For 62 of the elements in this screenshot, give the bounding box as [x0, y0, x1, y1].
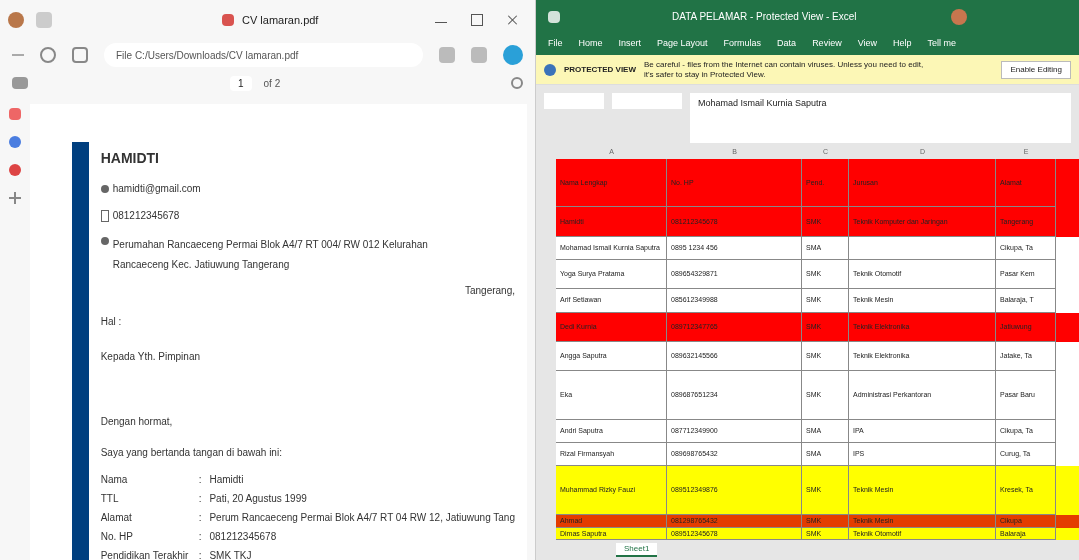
sheet-tab[interactable]: Sheet1 — [616, 543, 658, 558]
field-label: Pendidikan Terakhir — [100, 549, 190, 560]
field-label: No. HP — [100, 530, 134, 544]
sidebar-app-icon[interactable] — [9, 164, 21, 176]
page-number-field[interactable]: 1 — [230, 75, 252, 91]
greeting-text: Dengan hormat, — [100, 415, 174, 429]
ribbon-tab[interactable]: Home — [578, 37, 603, 51]
ribbon-tab[interactable]: Help — [893, 37, 912, 51]
home-icon[interactable] — [72, 47, 88, 63]
formula-bar[interactable]: Mohamad Ismail Kurnia Saputra — [690, 93, 1071, 143]
field-separator: : — [198, 473, 202, 487]
sidebar-app-icon[interactable] — [9, 108, 21, 120]
date-label: Tangerang, — [464, 284, 515, 298]
field-value: SMK TKJ — [209, 549, 252, 560]
page-count: of 2 — [263, 76, 281, 91]
ribbon-tab[interactable]: Insert — [618, 37, 642, 51]
field-value: Perum Rancaeceng Permai Blok A4/7 RT 04 RW 12, Jatiuwung Tang — [209, 511, 515, 525]
applicant-name: HAMIDTI — [100, 149, 160, 168]
field-value: Hamidti — [209, 473, 244, 487]
browser-tab[interactable]: CV lamaran.pdf — [214, 11, 327, 29]
ribbon-tab[interactable]: View — [857, 37, 877, 51]
maximize-icon[interactable] — [471, 14, 483, 26]
refresh-icon[interactable] — [40, 47, 56, 63]
protected-view-message: Be careful - files from the Internet can contain viruses. Unless you need to edit, it's safer to stay in Protected View. — [644, 59, 925, 80]
ribbon-tab[interactable]: Tell me — [927, 37, 957, 51]
field-separator: : — [198, 492, 202, 506]
address-text: Perumahan Rancaeceng Permai Blok A4/7 RT 004/ RW 012 Kelurahan Rancaeceng Kec. Jatiuwung Tangerang — [112, 238, 429, 272]
recipient-text: Kepada Yth. Pimpinan — [100, 350, 201, 364]
search-icon[interactable] — [511, 77, 523, 89]
ribbon-tab[interactable]: Data — [777, 37, 797, 51]
ribbon-tab[interactable]: File — [548, 37, 563, 51]
save-icon[interactable] — [548, 10, 560, 23]
ribbon-tab[interactable]: Formulas — [723, 37, 762, 51]
profile-icon[interactable] — [8, 12, 24, 28]
subject-label: Hal : — [100, 315, 123, 329]
field-separator: : — [198, 549, 202, 560]
pdf-file-icon — [222, 14, 234, 26]
address-bar[interactable]: File C:/Users/Downloads/CV lamaran.pdf — [104, 43, 423, 67]
copilot-icon[interactable] — [503, 45, 523, 65]
field-label: Alamat — [100, 511, 133, 525]
field-value: Pati, 20 Agustus 1999 — [209, 492, 307, 506]
field-separator: : — [198, 530, 202, 544]
phone-icon — [100, 209, 109, 222]
protected-view-label: PROTECTED VIEW — [564, 63, 636, 76]
sidebar-app-icon[interactable] — [9, 136, 21, 148]
email-icon — [100, 184, 109, 193]
ribbon-tab[interactable]: Page Layout — [657, 37, 708, 51]
email-text: hamidti@gmail.com — [112, 182, 201, 196]
field-separator: : — [198, 511, 202, 525]
enable-editing-button[interactable]: Enable Editing — [1001, 60, 1071, 79]
add-icon[interactable] — [9, 192, 21, 204]
ribbon-tab[interactable]: Review — [812, 37, 842, 51]
location-icon — [100, 237, 109, 245]
intro-text: Saya yang bertanda tangan di bawah ini: — [100, 446, 283, 460]
phone-text: 081212345678 — [112, 209, 180, 223]
avatar-icon — [951, 8, 967, 25]
window-title: DATA PELAMAR - Protected View - Excel — [672, 10, 857, 24]
field-value: 081212345678 — [209, 530, 277, 544]
contents-icon[interactable] — [12, 77, 28, 89]
field-label: TTL — [100, 492, 120, 506]
shield-icon — [544, 63, 556, 76]
field-label: Nama — [100, 473, 129, 487]
